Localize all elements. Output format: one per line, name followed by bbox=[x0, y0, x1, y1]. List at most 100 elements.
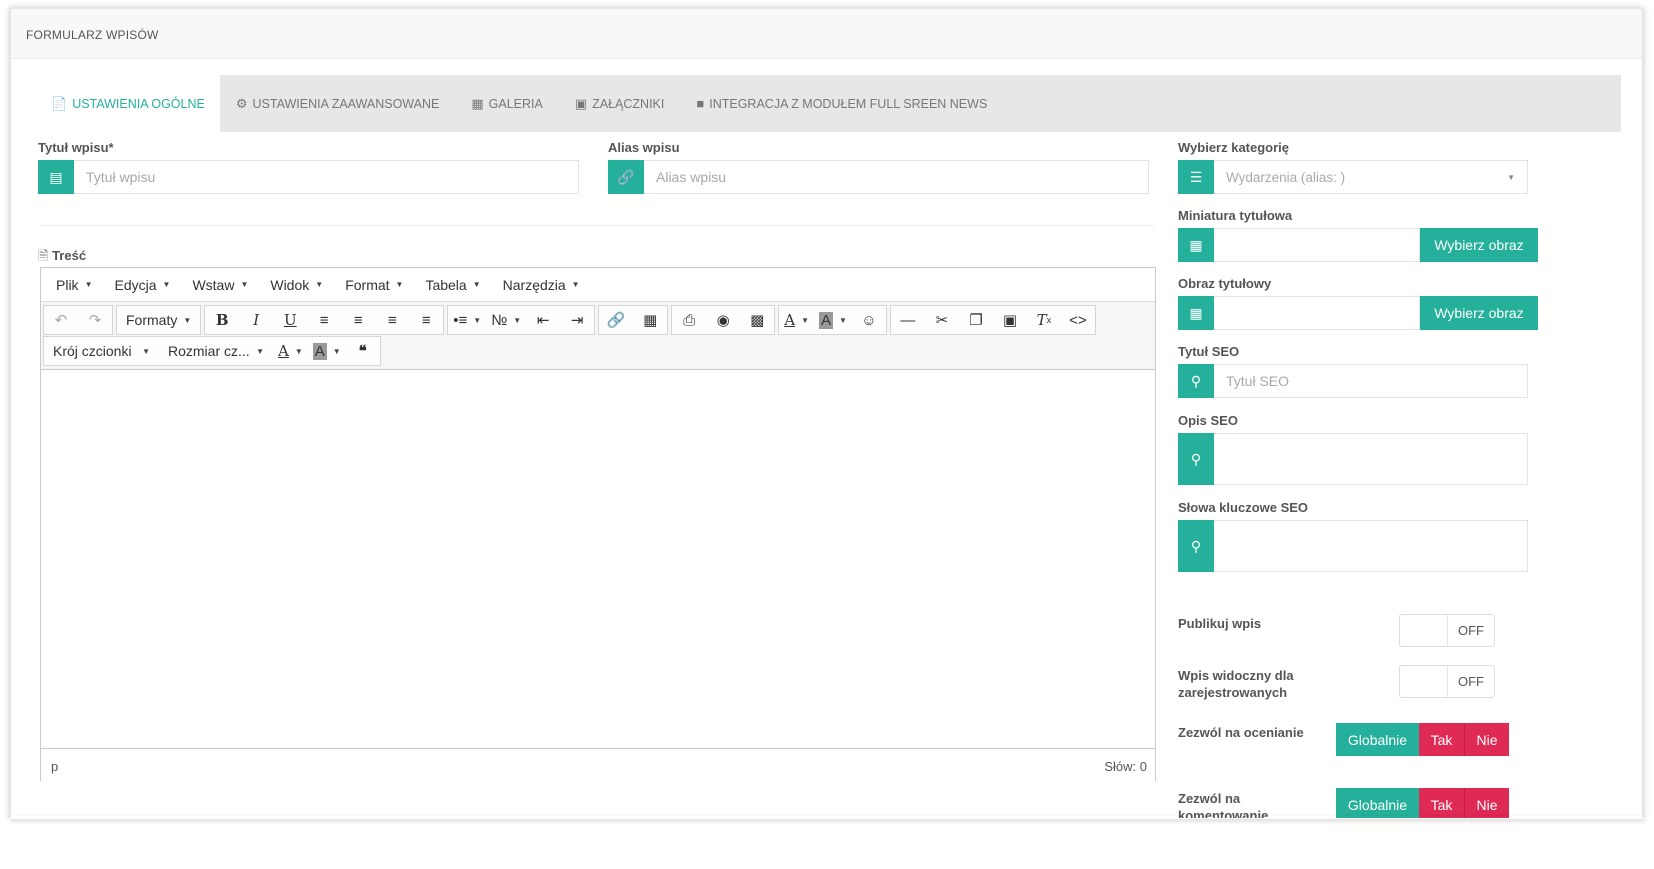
panel-bottom-edge bbox=[10, 816, 1645, 819]
seo-description-textarea[interactable] bbox=[1214, 433, 1528, 485]
alias-label: Alias wpisu bbox=[608, 140, 680, 155]
file-icon: ▤ bbox=[38, 160, 74, 194]
choose-title-image-button[interactable]: Wybierz obraz bbox=[1420, 296, 1538, 330]
bold-icon[interactable]: B bbox=[205, 306, 239, 334]
cut-icon[interactable]: ✂ bbox=[925, 306, 959, 334]
seo-keywords-textarea[interactable] bbox=[1214, 520, 1528, 572]
registered-only-toggle[interactable]: OFF bbox=[1399, 665, 1495, 698]
file-icon: 🗎 bbox=[38, 248, 49, 263]
gears-icon: ⚙ bbox=[235, 95, 248, 111]
seo-keywords-label: Słowa kluczowe SEO bbox=[1178, 500, 1309, 515]
tab-bar: 📄 USTAWIENIA OGÓLNE ⚙ USTAWIENIA ZAAWANS… bbox=[29, 75, 1621, 132]
tab-advanced-settings[interactable]: ⚙ USTAWIENIA ZAAWANSOWANE bbox=[220, 75, 455, 132]
text-color-icon[interactable]: A ▼ bbox=[779, 306, 814, 334]
paste-icon[interactable]: ▣ bbox=[993, 306, 1027, 334]
caret-down-icon: ▼ bbox=[84, 280, 93, 289]
tab-general-settings[interactable]: 📄 USTAWIENIA OGÓLNE bbox=[29, 75, 220, 132]
tab-attachments[interactable]: ▣ ZAŁĄCZNIKI bbox=[559, 75, 681, 132]
menu-edit[interactable]: Edycja ▼ bbox=[103, 277, 181, 293]
tab-gallery[interactable]: ▦ GALERIA bbox=[455, 75, 558, 132]
rating-yes-option[interactable]: Tak bbox=[1419, 723, 1465, 756]
background-color-icon[interactable]: A ▼ bbox=[308, 337, 346, 365]
seo-title-group: ⚲ bbox=[1178, 364, 1528, 398]
menu-format[interactable]: Format ▼ bbox=[334, 277, 414, 293]
seo-keywords-group: ⚲ bbox=[1178, 520, 1528, 572]
category-select[interactable]: Wydarzenia (alias: ) ▼ bbox=[1214, 160, 1528, 194]
title-input-group: ▤ bbox=[38, 160, 579, 194]
font-size-dropdown[interactable]: Rozmiar cz... ▼ bbox=[159, 337, 273, 365]
indent-icon[interactable]: ⇥ bbox=[560, 306, 594, 334]
align-right-icon[interactable]: ≡ bbox=[375, 306, 409, 334]
numbered-list-icon[interactable]: № ▼ bbox=[486, 306, 526, 334]
thumbnail-input[interactable] bbox=[1214, 228, 1420, 262]
outdent-icon[interactable]: ⇤ bbox=[526, 306, 560, 334]
align-left-icon[interactable]: ≡ bbox=[307, 306, 341, 334]
background-color-icon[interactable]: A ▼ bbox=[814, 306, 852, 334]
blockquote-icon[interactable]: ❝ bbox=[346, 337, 380, 365]
image-icon[interactable]: ▦ bbox=[633, 306, 667, 334]
redo-icon[interactable]: ↷ bbox=[78, 306, 112, 334]
menu-view[interactable]: Widok ▼ bbox=[259, 277, 334, 293]
menu-tools[interactable]: Narzędzia ▼ bbox=[492, 277, 591, 293]
rich-text-editor: Plik ▼ Edycja ▼ Wstaw ▼ Widok ▼ Format ▼ Tabe… bbox=[40, 267, 1156, 783]
image-icon: ▦ bbox=[1178, 296, 1214, 330]
rating-global-option[interactable]: Globalnie bbox=[1336, 723, 1419, 756]
registered-only-label: Wpis widoczny dla zarejestrowanych bbox=[1178, 668, 1294, 700]
divider bbox=[40, 225, 1154, 226]
publish-toggle[interactable]: OFF bbox=[1399, 614, 1495, 647]
category-select-group: ☰ Wydarzenia (alias: ) ▼ bbox=[1178, 160, 1528, 194]
page-bottom-margin bbox=[0, 818, 1654, 869]
choose-thumbnail-button[interactable]: Wybierz obraz bbox=[1420, 228, 1538, 262]
seo-description-label: Opis SEO bbox=[1178, 413, 1238, 428]
align-justify-icon[interactable]: ≡ bbox=[409, 306, 443, 334]
square-icon: ■ bbox=[696, 96, 705, 111]
underline-icon[interactable]: U bbox=[273, 306, 307, 334]
inbox-icon: ▣ bbox=[574, 95, 588, 111]
source-code-icon[interactable]: <> bbox=[1061, 306, 1095, 334]
horizontal-rule-icon[interactable]: — bbox=[891, 306, 925, 334]
caret-down-icon: ▼ bbox=[472, 280, 481, 289]
menu-insert[interactable]: Wstaw ▼ bbox=[181, 277, 259, 293]
menu-file[interactable]: Plik ▼ bbox=[45, 277, 103, 293]
bullet-list-icon[interactable]: •≡ ▼ bbox=[448, 306, 486, 334]
undo-icon[interactable]: ↶ bbox=[44, 306, 78, 334]
formats-dropdown[interactable]: Formaty ▼ bbox=[117, 306, 200, 334]
emoticon-icon[interactable]: ☺ bbox=[852, 306, 886, 334]
thumbnail-group: ▦ Wybierz obraz bbox=[1178, 228, 1538, 262]
title-label: Tytuł wpisu* bbox=[38, 140, 114, 155]
link-icon[interactable]: 🔗 bbox=[599, 306, 633, 334]
copy-icon[interactable]: ❐ bbox=[959, 306, 993, 334]
alias-input[interactable] bbox=[644, 160, 1149, 194]
title-input[interactable] bbox=[74, 160, 579, 194]
publish-label: Publikuj wpis bbox=[1178, 616, 1262, 631]
list-icon: ☰ bbox=[1178, 160, 1214, 194]
rating-no-option[interactable]: Nie bbox=[1465, 723, 1509, 756]
font-family-dropdown[interactable]: Krój czcionki ▼ bbox=[44, 337, 159, 365]
editor-content-area[interactable] bbox=[41, 370, 1155, 749]
seo-title-label: Tytuł SEO bbox=[1178, 344, 1240, 359]
clear-formatting-icon[interactable]: Tx bbox=[1027, 306, 1061, 334]
element-path[interactable]: p bbox=[51, 759, 58, 774]
thumbnail-label: Miniatura tytułowa bbox=[1178, 208, 1293, 223]
text-color-icon[interactable]: A ▼ bbox=[273, 337, 308, 365]
search-icon: ⚲ bbox=[1178, 364, 1214, 398]
title-image-input[interactable] bbox=[1214, 296, 1420, 330]
print-icon[interactable]: ⎙ bbox=[672, 306, 706, 334]
search-icon: ⚲ bbox=[1178, 520, 1214, 572]
caret-down-icon: ▼ bbox=[240, 280, 249, 289]
editor-statusbar: p Słów: 0 bbox=[41, 749, 1155, 783]
search-icon: ⚲ bbox=[1178, 433, 1214, 485]
seo-title-input[interactable] bbox=[1214, 364, 1528, 398]
align-center-icon[interactable]: ≡ bbox=[341, 306, 375, 334]
seo-description-group: ⚲ bbox=[1178, 433, 1528, 485]
caret-down-icon: ▼ bbox=[256, 346, 264, 356]
tab-full-screen-news[interactable]: ■ INTEGRACJA Z MODUŁEM FULL SREEN NEWS bbox=[680, 75, 1003, 132]
image-icon: ▦ bbox=[1178, 228, 1214, 262]
italic-icon[interactable]: I bbox=[239, 306, 273, 334]
link-icon: 🔗 bbox=[608, 160, 644, 194]
image-icon: ▦ bbox=[471, 95, 484, 111]
menu-table[interactable]: Tabela ▼ bbox=[414, 277, 491, 293]
preview-icon[interactable]: ◉ bbox=[706, 306, 740, 334]
title-image-label: Obraz tytułowy bbox=[1178, 276, 1272, 291]
media-icon[interactable]: ▩ bbox=[740, 306, 774, 334]
